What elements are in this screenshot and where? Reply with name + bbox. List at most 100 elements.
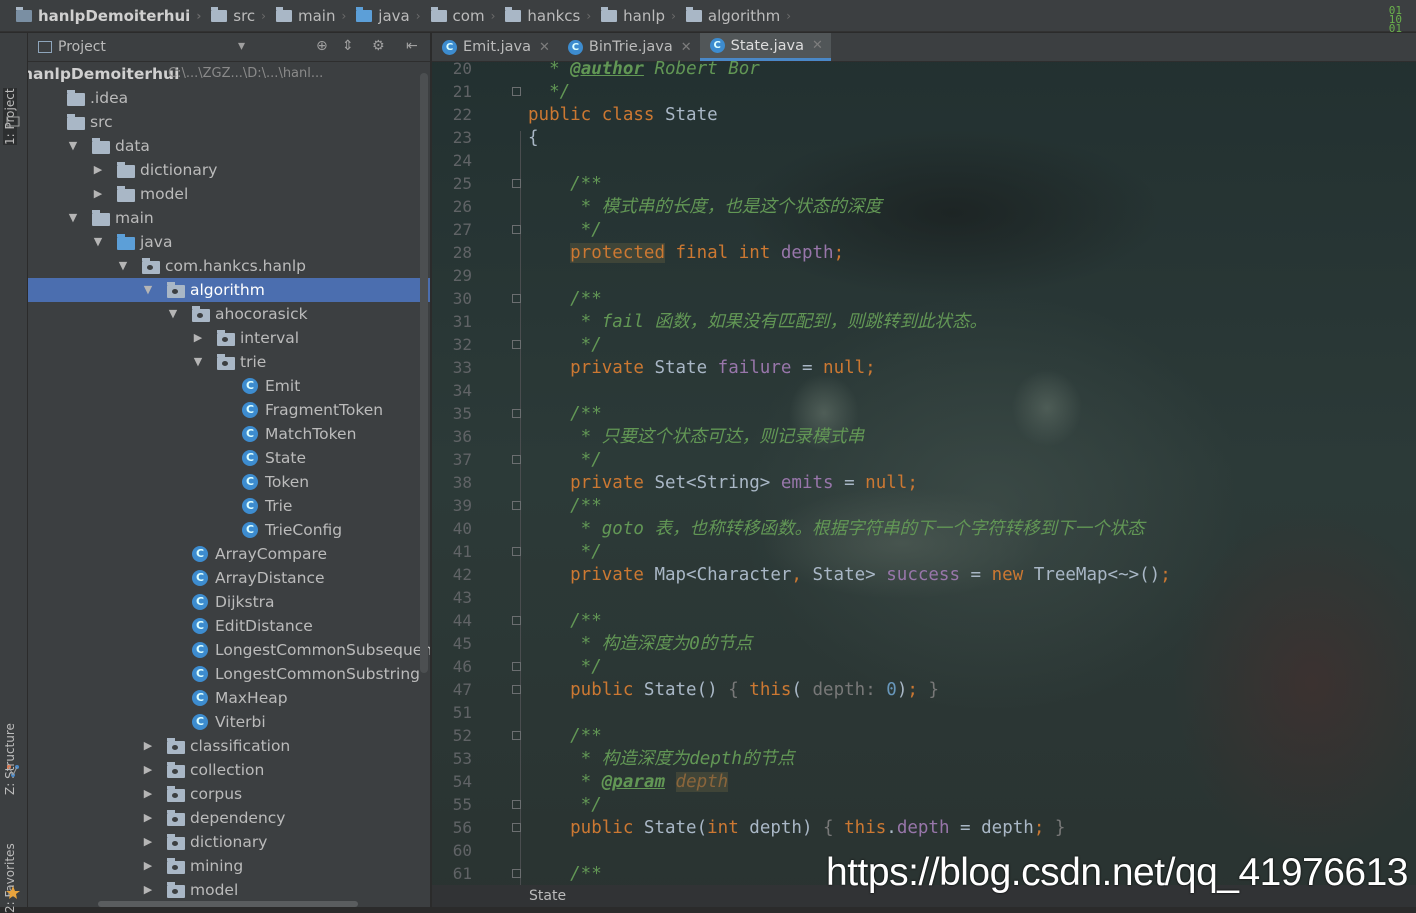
tree-item-data[interactable]: ▼ data — [28, 134, 430, 158]
tree-item-mining[interactable]: ▶ mining — [28, 854, 430, 878]
collapse-arrow-icon[interactable]: ▶ — [92, 158, 104, 182]
horizontal-scrollbar[interactable] — [98, 901, 358, 907]
tree-item-classification[interactable]: ▶ classification — [28, 734, 430, 758]
fold-toggle-icon[interactable] — [512, 662, 521, 671]
tree-item-arraycompare[interactable]: C ArrayCompare — [28, 542, 430, 566]
breadcrumb-com[interactable]: com › — [427, 6, 495, 25]
fold-toggle-icon[interactable] — [512, 869, 521, 878]
collapse-arrow-icon[interactable]: ▶ — [142, 758, 154, 782]
tree-item-trieconfig[interactable]: C TrieConfig — [28, 518, 430, 542]
project-view-selector[interactable]: Project — [58, 39, 106, 55]
close-icon[interactable]: ✕ — [681, 40, 692, 55]
code-line[interactable]: */ — [528, 656, 602, 679]
tree-item-corpus[interactable]: ▶ corpus — [28, 782, 430, 806]
code-line[interactable]: private Set<String> emits = null; — [528, 472, 918, 495]
fold-toggle-icon[interactable] — [512, 340, 521, 349]
expand-arrow-icon[interactable]: ▼ — [67, 206, 79, 230]
tree-item-src[interactable]: src — [28, 110, 430, 134]
fold-toggle-icon[interactable] — [512, 87, 521, 96]
tree-item-algorithm[interactable]: ▼ algorithm — [28, 278, 430, 302]
favorites-tool-tab[interactable]: 2: Favorites — [3, 843, 17, 913]
tree-item-dictionary[interactable]: ▶ dictionary — [28, 830, 430, 854]
tree-item-interval[interactable]: ▶ interval — [28, 326, 430, 350]
expand-arrow-icon[interactable]: ▼ — [142, 278, 154, 302]
code-line[interactable]: /** — [528, 495, 602, 518]
chevron-down-icon[interactable]: ▾ — [238, 38, 245, 54]
fold-toggle-icon[interactable] — [512, 225, 521, 234]
tree-item-trie[interactable]: C Trie — [28, 494, 430, 518]
close-icon[interactable]: ✕ — [539, 40, 550, 55]
expand-arrow-icon[interactable]: ▼ — [67, 134, 79, 158]
code-line[interactable]: public class State — [528, 104, 718, 127]
code-line[interactable]: /** — [528, 403, 602, 426]
code-line[interactable]: * 只要这个状态可达，则记录模式串 — [528, 426, 865, 449]
code-line[interactable]: private Map<Character, State> success = … — [528, 564, 1171, 587]
hide-panel-icon[interactable]: ⇤ — [406, 38, 418, 54]
expand-arrow-icon[interactable]: ▼ — [167, 302, 179, 326]
code-line[interactable]: */ — [528, 219, 602, 242]
tree-root[interactable]: hanlpDemoiterhui C:\...\ZGZ...\D:\...\ha… — [28, 62, 430, 86]
tree-item-java[interactable]: ▼ java — [28, 230, 430, 254]
tab-state-java[interactable]: C State.java ✕ — [699, 33, 831, 61]
tree-item-dependency[interactable]: ▶ dependency — [28, 806, 430, 830]
code-line[interactable]: private State failure = null; — [528, 357, 876, 380]
breadcrumb-project[interactable]: hanlpDemoiterhui › — [12, 6, 201, 25]
fold-toggle-icon[interactable] — [512, 731, 521, 740]
breadcrumb-java[interactable]: java › — [352, 6, 421, 25]
tree-item-main[interactable]: ▼ main — [28, 206, 430, 230]
tab-bintrie-java[interactable]: C BinTrie.java ✕ — [558, 33, 700, 61]
tree-item-dictionary[interactable]: ▶ dictionary — [28, 158, 430, 182]
tree-item-fragmenttoken[interactable]: C FragmentToken — [28, 398, 430, 422]
code-line[interactable]: /** — [528, 863, 602, 886]
code-line[interactable]: * goto 表，也称转移函数。根据字符串的下一个字符转移到下一个状态 — [528, 518, 1145, 541]
fold-toggle-icon[interactable] — [512, 547, 521, 556]
fold-toggle-icon[interactable] — [512, 409, 521, 418]
code-line[interactable]: * @author Robert Bor — [528, 58, 760, 81]
breadcrumb-hanlp[interactable]: hanlp › — [597, 6, 676, 25]
tree-item-model[interactable]: ▶ model — [28, 182, 430, 206]
code-line[interactable]: protected final int depth; — [528, 242, 844, 265]
breadcrumb-main[interactable]: main › — [272, 6, 346, 25]
tree-item-longestcommonsubsequence[interactable]: C LongestCommonSubsequence — [28, 638, 430, 662]
collapse-arrow-icon[interactable]: ▶ — [142, 806, 154, 830]
code-line[interactable]: /** — [528, 610, 602, 633]
tree-item-matchtoken[interactable]: C MatchToken — [28, 422, 430, 446]
collapse-arrow-icon[interactable]: ▶ — [142, 830, 154, 854]
code-line[interactable]: /** — [528, 725, 602, 748]
code-line[interactable]: * 构造深度为depth的节点 — [528, 748, 795, 771]
code-line[interactable]: public State() { this( depth: 0); } — [528, 679, 939, 702]
code-line[interactable]: */ — [528, 541, 602, 564]
code-line[interactable]: /** — [528, 288, 602, 311]
tree-item-editdistance[interactable]: C EditDistance — [28, 614, 430, 638]
gear-icon[interactable]: ⚙ — [372, 38, 385, 54]
expand-arrow-icon[interactable]: ▼ — [117, 254, 129, 278]
code-line[interactable]: */ — [528, 81, 570, 104]
fold-toggle-icon[interactable] — [512, 501, 521, 510]
code-line[interactable]: */ — [528, 334, 602, 357]
tree-item-viterbi[interactable]: C Viterbi — [28, 710, 430, 734]
tree-item-model[interactable]: ▶ model — [28, 878, 430, 902]
tree-item-com-hankcs-hanlp[interactable]: ▼ com.hankcs.hanlp — [28, 254, 430, 278]
code-line[interactable]: * fail 函数，如果没有匹配到，则跳转到此状态。 — [528, 311, 987, 334]
code-line[interactable]: * 模式串的长度，也是这个状态的深度 — [528, 196, 882, 219]
code-line[interactable]: */ — [528, 794, 602, 817]
collapse-arrow-icon[interactable]: ▶ — [142, 782, 154, 806]
fold-toggle-icon[interactable] — [512, 800, 521, 809]
tree-item-dijkstra[interactable]: C Dijkstra — [28, 590, 430, 614]
tree-item-maxheap[interactable]: C MaxHeap — [28, 686, 430, 710]
code-line[interactable]: { — [528, 127, 539, 150]
structure-tool-tab[interactable]: Z: Structure — [3, 723, 17, 795]
fold-toggle-icon[interactable] — [512, 294, 521, 303]
code-line[interactable]: /** — [528, 173, 602, 196]
collapse-arrow-icon[interactable]: ▶ — [92, 182, 104, 206]
breadcrumb-hankcs[interactable]: hankcs › — [501, 6, 591, 25]
tree-item-longestcommonsubstring[interactable]: C LongestCommonSubstring — [28, 662, 430, 686]
binary-icon[interactable]: 01 10 01 — [1389, 5, 1402, 34]
expand-arrow-icon[interactable]: ▼ — [192, 350, 204, 374]
vertical-scrollbar[interactable] — [420, 73, 428, 673]
close-icon[interactable]: ✕ — [812, 38, 823, 53]
breadcrumb-class-state[interactable]: State — [529, 888, 566, 904]
fold-toggle-icon[interactable] — [512, 685, 521, 694]
code-line[interactable]: */ — [528, 449, 602, 472]
fold-toggle-icon[interactable] — [512, 455, 521, 464]
